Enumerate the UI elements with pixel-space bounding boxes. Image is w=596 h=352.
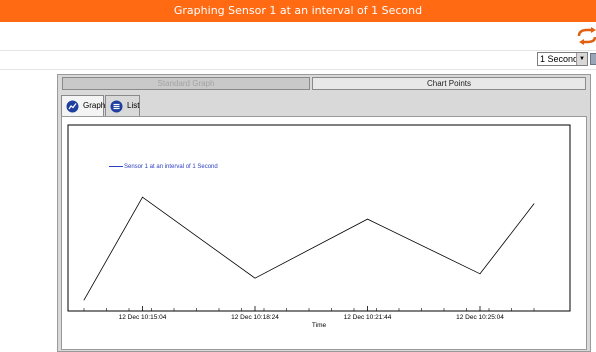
x-axis-label: Time [312, 322, 327, 329]
controls-row: 1 Second ▼ [0, 51, 596, 70]
list-icon [110, 100, 123, 113]
x-tick-label: 12 Dec 10:25:04 [456, 314, 504, 321]
data-point [367, 218, 368, 220]
tab-chart-points[interactable]: Chart Points [312, 77, 586, 90]
tab-graph-label: Graph [83, 101, 106, 110]
refresh-icon[interactable] [576, 26, 596, 46]
plot-frame [67, 124, 571, 312]
x-tick-label: 12 Dec 10:21:44 [344, 314, 392, 321]
x-tick-label: 12 Dec 10:15:04 [119, 314, 167, 321]
data-point [533, 203, 535, 205]
legend-series-label: Sensor 1 at an interval of 1 Second [124, 164, 218, 170]
page-title: Graphing Sensor 1 at an interval of 1 Se… [0, 0, 596, 22]
series-line [83, 196, 535, 301]
tab-graph[interactable]: Graph [61, 95, 106, 117]
data-point [254, 277, 256, 279]
tab-list[interactable]: List [105, 95, 140, 116]
chevron-down-icon[interactable]: ▼ [576, 53, 587, 65]
data-point [83, 299, 85, 301]
data-point [479, 273, 481, 275]
legend-swatch [109, 165, 123, 167]
graph-panel: Standard Graph Chart Points Graph List 1… [57, 74, 591, 352]
legend: Sensor 1 at an interval of 1 Second [109, 164, 218, 170]
data-point [142, 196, 143, 198]
chart-area: 12 Dec 10:15:04 12 Dec 10:18:24 12 Dec 10:… [61, 116, 587, 350]
tab-standard-graph[interactable]: Standard Graph [62, 77, 310, 90]
x-tick-label: 12 Dec 10:18:24 [231, 314, 279, 321]
interval-select[interactable]: 1 Second ▼ [537, 52, 588, 66]
tab-list-label: List [127, 101, 140, 110]
toolbar [0, 22, 596, 51]
line-chart: 12 Dec 10:15:04 12 Dec 10:18:24 12 Dec 10:… [67, 124, 571, 329]
export-icon[interactable] [590, 53, 596, 65]
graph-icon [66, 100, 79, 113]
interval-value: 1 Second [540, 54, 579, 64]
